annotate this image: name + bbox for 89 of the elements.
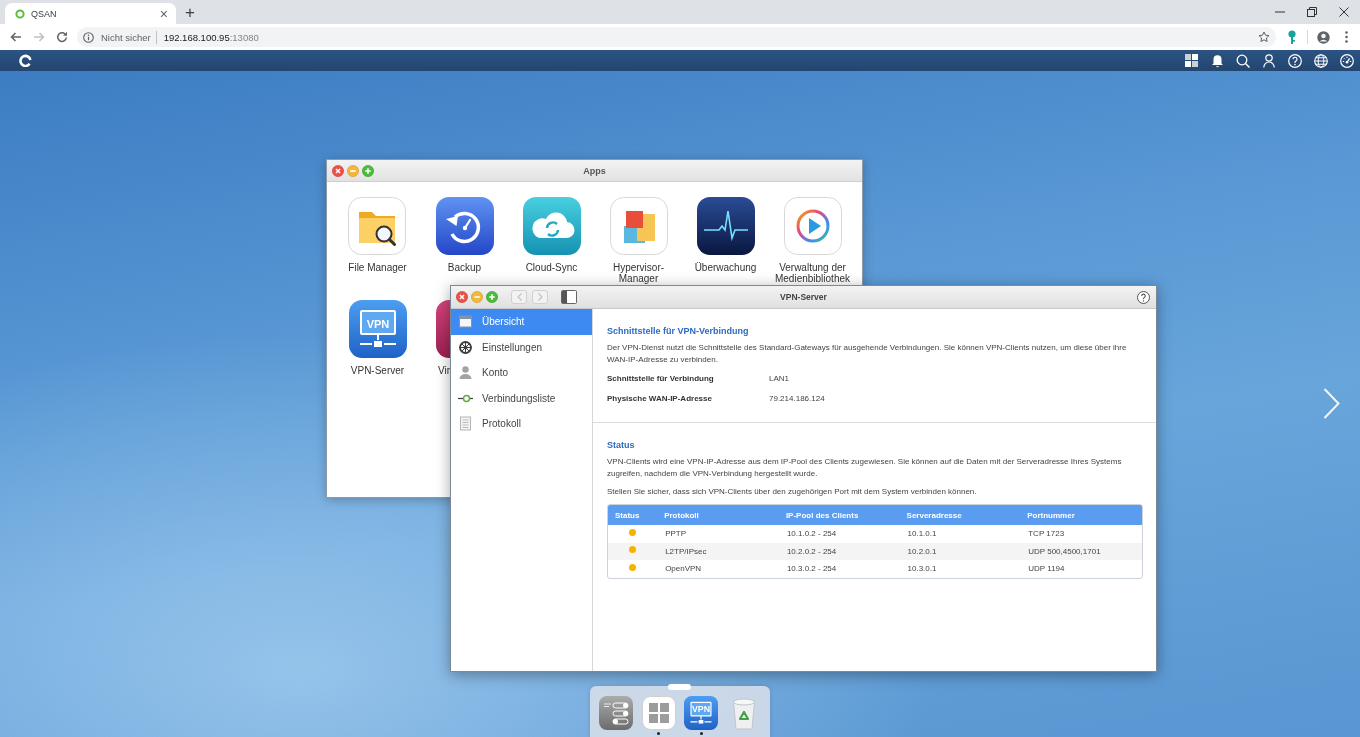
description-text: Der VPN-Dienst nutzt die Schnittstelle des Standard-Gateways für ausgehende Verbindungen. Sie können VPN-Clients nutzen, um diese über ihre WAN-IP-Adresse zu verbinden.	[607, 342, 1128, 365]
column-header: Serveradresse	[899, 505, 1021, 525]
column-header: Status	[608, 505, 658, 525]
folder-icon	[348, 197, 407, 255]
table-cell-text: 10.1.0.2 - 254	[785, 528, 838, 541]
maximize-button[interactable]	[362, 164, 374, 177]
toggles-icon	[599, 696, 633, 730]
table-cell-text: TCP 1723	[1027, 528, 1066, 541]
window-title: Apps	[583, 165, 606, 176]
cloud-icon	[522, 197, 581, 255]
field-label: Schnittstelle für Verbindung	[607, 373, 714, 383]
logo-icon[interactable]	[19, 54, 32, 67]
close-button[interactable]	[332, 164, 344, 177]
app-launcher[interactable]: Vir	[436, 300, 451, 376]
table-cell-text: PPTP	[664, 528, 688, 541]
app-launcher[interactable]: Backup	[435, 197, 494, 273]
browser-tab[interactable]: QSAN ×	[5, 3, 176, 24]
heartbeat-icon	[696, 197, 755, 255]
user-icon[interactable]	[1263, 53, 1275, 68]
sidebar-toggle-icon[interactable]	[561, 290, 577, 304]
app-launcher[interactable]: VPN VPN-Server	[348, 300, 407, 376]
section-heading: Schnittstelle für VPN-Verbindung	[607, 325, 749, 337]
favicon-icon	[15, 8, 25, 19]
chevron-left-icon	[516, 293, 522, 301]
description-text: Stellen Sie sicher, dass sich VPN-Clients über den zugehörigen Port mit dem System verbinden können.	[607, 485, 978, 497]
field-value: LAN1	[769, 373, 789, 383]
window-title: VPN-Server	[780, 292, 827, 302]
reload-icon[interactable]	[55, 31, 68, 43]
restore-icon[interactable]	[1307, 7, 1317, 17]
table-cell-text: UDP 1194	[1027, 563, 1066, 576]
sidebar-item[interactable]: Protokoll	[451, 411, 592, 437]
app-grid-icon	[641, 696, 676, 730]
bell-icon[interactable]	[1210, 53, 1224, 68]
tab-close-button[interactable]: ×	[159, 6, 168, 21]
icon-text: VPN	[366, 317, 389, 330]
table-cell: UDP 500,4500,1701	[1020, 542, 1142, 560]
app-launcher[interactable]: Hypervisor-Manager	[596, 197, 681, 284]
document-icon	[458, 416, 473, 432]
maximize-button[interactable]	[486, 291, 498, 303]
column-header: IP-Pool des Clients	[778, 505, 900, 525]
table-cell: 10.2.0.2 - 254	[778, 542, 900, 560]
chevron-right-icon	[537, 293, 543, 301]
dock-handle[interactable]	[668, 684, 691, 690]
more-icon[interactable]	[1345, 31, 1348, 43]
search-icon[interactable]	[1236, 53, 1250, 68]
column-header: Protokoll	[657, 505, 779, 525]
app-launcher[interactable]: Verwaltung der Medienbibliothek	[770, 197, 855, 284]
app-launcher[interactable]: File Manager	[348, 197, 407, 273]
info-icon	[83, 31, 94, 43]
dock-button[interactable]	[641, 696, 676, 735]
column-header: Portnummer	[1020, 505, 1142, 525]
table-cell-text: 10.3.0.2 - 254	[785, 563, 838, 576]
person-icon	[458, 365, 473, 381]
security-label: Nicht sicher	[101, 31, 151, 43]
url-text: 192.168.100.95:13080	[163, 31, 260, 43]
table-cell-text: 10.3.0.1	[906, 563, 938, 576]
sidebar-item[interactable]: Einstellungen	[451, 334, 592, 360]
sidebar-item[interactable]: Konto	[451, 360, 592, 386]
monitor-icon	[684, 696, 718, 730]
table-cell-text: OpenVPN	[664, 563, 703, 576]
table-cell-text: 10.1.0.1	[906, 528, 938, 541]
app-launcher[interactable]: Überwachung	[694, 197, 757, 273]
table-cell: L2TP/IPsec	[657, 542, 779, 560]
close-icon[interactable]	[1339, 7, 1349, 17]
field-label: Physische WAN-IP-Adresse	[607, 393, 712, 403]
icon-text: VPN	[691, 704, 711, 715]
description-text: VPN-Clients wird eine VPN-IP-Adresse aus dem IP-Pool des Clients zugewiesen. Sie können auf die Daten mit der Serveradresse Ihres Systems zugreifen, nachdem die VPN-Verbindung hergestellt wurde.	[607, 456, 1123, 479]
table-cell: 10.2.0.1	[899, 542, 1021, 560]
section-heading: Status	[607, 439, 635, 451]
wheel-icon	[458, 339, 473, 355]
account-icon[interactable]	[1317, 30, 1330, 44]
sidebar-item[interactable]: Verbindungsliste	[451, 385, 592, 411]
field-value: 79.214.186.124	[769, 393, 825, 403]
grid-icon[interactable]	[1184, 54, 1198, 67]
key-icon[interactable]	[1287, 30, 1296, 44]
globe-icon[interactable]	[1314, 53, 1328, 68]
address-bar[interactable]: Nicht sicher 192.168.100.95:13080	[77, 27, 1276, 47]
play-icon	[783, 197, 842, 255]
close-button[interactable]	[456, 291, 468, 303]
arrow-left-icon[interactable]	[9, 31, 22, 43]
new-tab-button[interactable]: +	[185, 3, 195, 21]
app-tile-icon	[436, 300, 450, 358]
window-icon	[458, 314, 473, 330]
app-launcher[interactable]: Cloud-Sync	[522, 197, 581, 273]
help-icon[interactable]	[1137, 290, 1150, 304]
monitor-icon	[348, 300, 407, 358]
squares-icon	[609, 197, 668, 255]
star-icon[interactable]	[1258, 31, 1270, 43]
gauge-icon[interactable]	[1340, 53, 1354, 68]
